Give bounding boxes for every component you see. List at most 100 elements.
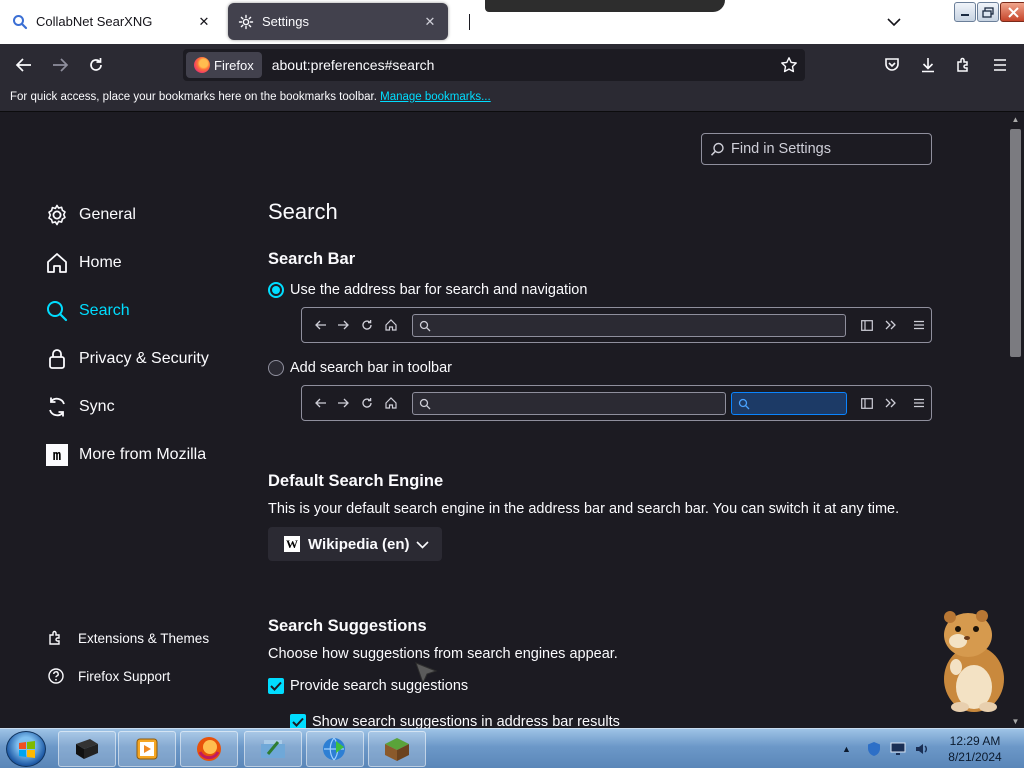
radio-label: Use the address bar for search and navig… xyxy=(290,282,588,298)
system-tray: ▲ xyxy=(842,729,930,768)
windows-logo-icon xyxy=(19,741,35,758)
sidebar-item-sync[interactable]: Sync xyxy=(44,383,244,431)
radio-button-selected[interactable] xyxy=(268,282,284,298)
network-shield-icon[interactable] xyxy=(866,741,882,757)
start-button[interactable] xyxy=(6,731,46,767)
default-engine-value: Wikipedia (en) xyxy=(308,535,410,553)
download-icon xyxy=(922,58,934,73)
hamburger-icon xyxy=(994,59,1006,71)
find-in-settings-input[interactable] xyxy=(731,141,921,157)
default-engine-dropdown[interactable]: W Wikipedia (en) xyxy=(268,527,442,561)
checkbox-checked[interactable] xyxy=(268,678,284,694)
manage-bookmarks-link[interactable]: Manage bookmarks... xyxy=(380,91,491,103)
close-tab-icon[interactable]: ✕ xyxy=(422,14,438,30)
file-manager-icon xyxy=(261,740,285,758)
radio-add-search-bar[interactable]: Add search bar in toolbar xyxy=(268,360,452,376)
tab-settings[interactable]: Settings ✕ xyxy=(228,3,448,40)
bookmarks-toolbar: For quick access, place your bookmarks h… xyxy=(0,86,1024,112)
sync-icon xyxy=(44,394,70,420)
radio-label: Add search bar in toolbar xyxy=(290,360,453,376)
sidebar-item-label: More from Mozilla xyxy=(79,446,207,463)
identity-box[interactable]: Firefox xyxy=(186,52,262,78)
mouse-cursor-icon xyxy=(415,662,438,685)
scroll-down-arrow[interactable]: ▼ xyxy=(1011,717,1020,726)
sidebar-toggle-icon xyxy=(860,396,874,410)
volume-icon[interactable] xyxy=(914,741,930,757)
sidebar-item-search[interactable]: Search xyxy=(44,287,244,335)
forward-button[interactable] xyxy=(46,52,74,78)
firefox-icon xyxy=(197,737,221,761)
search-icon xyxy=(710,142,724,156)
gear-icon xyxy=(44,202,70,228)
tab-searxng[interactable]: CollabNet SearXNG ✕ xyxy=(2,3,222,40)
reload-icon xyxy=(360,318,374,332)
preview-url-field xyxy=(412,392,726,415)
sidebar-toggle-icon xyxy=(860,318,874,332)
star-icon xyxy=(781,57,797,73)
hamburger-icon xyxy=(912,318,926,332)
terminal-icon xyxy=(76,739,98,759)
hamburger-icon xyxy=(912,396,926,410)
checkbox-checked[interactable] xyxy=(290,714,306,728)
taskbar-clock[interactable]: 12:29 AM 8/21/2024 xyxy=(940,733,1010,765)
app-menu-button[interactable] xyxy=(986,52,1014,78)
monitor-icon[interactable] xyxy=(890,741,906,757)
sidebar-item-label: General xyxy=(79,206,136,223)
taskbar-terminal-app[interactable] xyxy=(58,731,116,767)
sidebar-item-support[interactable]: Firefox Support xyxy=(46,657,209,695)
hamster-mascot-image xyxy=(944,610,1004,712)
search-suggestions-heading: Search Suggestions xyxy=(268,617,427,635)
clock-date: 8/21/2024 xyxy=(948,750,1002,764)
taskbar-firefox-app[interactable] xyxy=(180,731,238,767)
sidebar-item-extensions[interactable]: Extensions & Themes xyxy=(46,619,209,657)
identity-label: Firefox xyxy=(214,57,254,73)
arrow-right-icon xyxy=(336,318,350,332)
find-in-settings[interactable] xyxy=(701,133,932,165)
radio-button[interactable] xyxy=(268,360,284,376)
sidebar-item-label: Sync xyxy=(79,398,115,415)
back-button[interactable] xyxy=(10,52,38,78)
pocket-button[interactable] xyxy=(878,52,906,78)
chevron-down-icon xyxy=(887,17,901,26)
sidebar-item-mozilla[interactable]: m More from Mozilla xyxy=(44,431,244,479)
navigation-toolbar: Firefox about:preferences#search xyxy=(0,44,1024,86)
restore-button[interactable] xyxy=(977,2,999,22)
reload-icon xyxy=(360,396,374,410)
radio-use-address-bar[interactable]: Use the address bar for search and navig… xyxy=(268,282,587,298)
close-tab-icon[interactable]: ✕ xyxy=(196,14,212,30)
settings-page: General Home Search Privacy & Security xyxy=(0,113,1024,728)
close-window-button[interactable] xyxy=(1000,2,1024,22)
pocket-icon xyxy=(885,58,899,71)
checkbox-address-bar-suggestions[interactable]: Show search suggestions in address bar r… xyxy=(290,714,620,728)
list-all-tabs-button[interactable] xyxy=(882,11,906,33)
taskbar-media-player-app[interactable] xyxy=(118,731,176,767)
mozilla-icon: m xyxy=(44,442,70,468)
sidebar-item-home[interactable]: Home xyxy=(44,239,244,287)
scroll-up-arrow[interactable]: ▲ xyxy=(1011,115,1020,124)
address-bar[interactable]: Firefox about:preferences#search xyxy=(183,49,805,81)
puzzle-icon xyxy=(46,628,66,648)
checkmark-icon xyxy=(270,681,282,691)
reload-button[interactable] xyxy=(82,52,110,78)
extensions-button[interactable] xyxy=(950,52,978,78)
minimize-button[interactable] xyxy=(954,2,976,22)
taskbar-minecraft-app[interactable] xyxy=(368,731,426,767)
downloads-button[interactable] xyxy=(914,52,942,78)
home-icon xyxy=(384,396,398,410)
arrow-right-icon xyxy=(336,396,350,410)
search-bar-preview xyxy=(301,385,932,421)
vertical-scrollbar[interactable]: ▲ ▼ xyxy=(1007,113,1024,728)
bookmark-star-button[interactable] xyxy=(775,51,803,79)
sidebar-item-privacy[interactable]: Privacy & Security xyxy=(44,335,244,383)
window-controls xyxy=(954,2,1024,22)
sidebar-item-general[interactable]: General xyxy=(44,191,244,239)
show-hidden-icons-button[interactable]: ▲ xyxy=(842,744,856,754)
taskbar-download-manager-app[interactable] xyxy=(306,731,364,767)
arrow-left-icon xyxy=(15,58,31,72)
url-text[interactable]: about:preferences#search xyxy=(272,57,775,73)
preview-search-field xyxy=(731,392,847,415)
page-title: Search xyxy=(268,199,338,224)
taskbar-file-manager-app[interactable] xyxy=(244,731,302,767)
scrollbar-thumb[interactable] xyxy=(1010,129,1021,357)
tab-separator xyxy=(469,14,470,30)
